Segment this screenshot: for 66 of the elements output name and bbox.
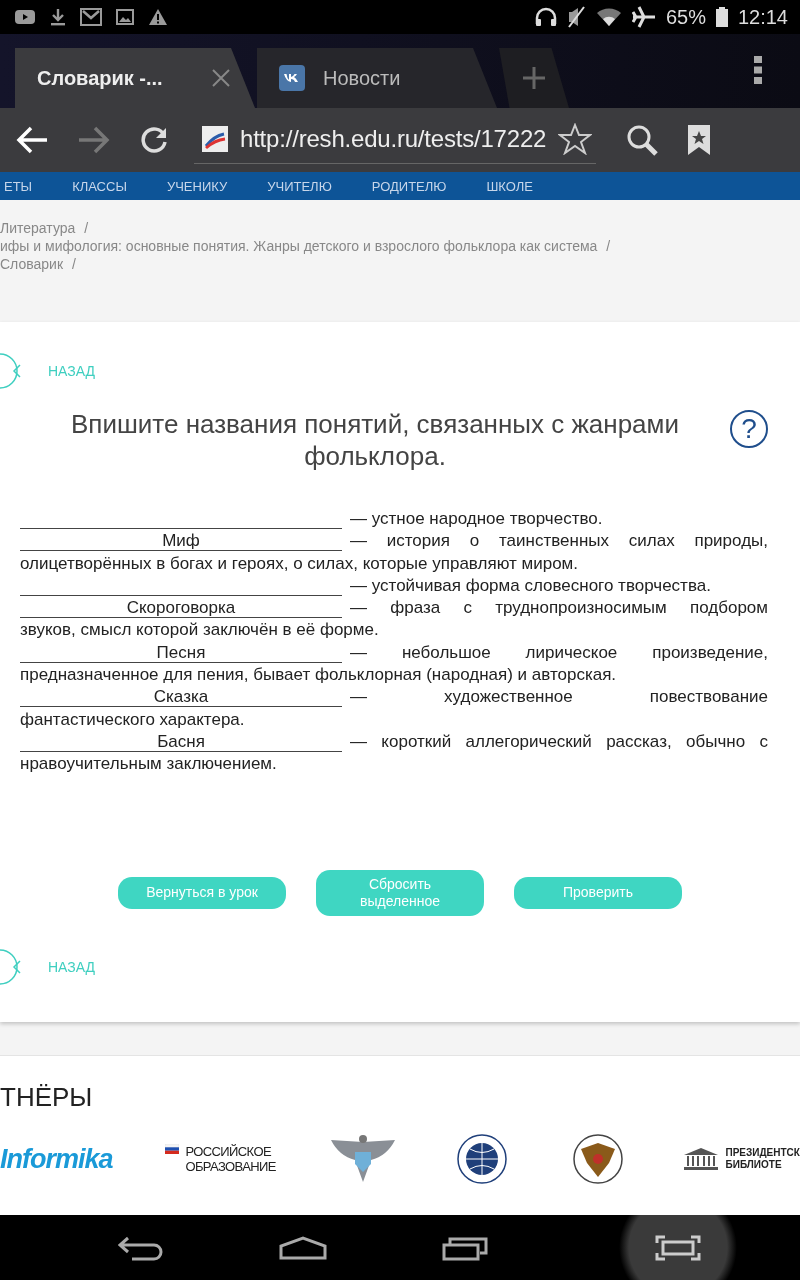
close-icon[interactable] <box>211 68 231 88</box>
definition-text: — устойчивая форма словесного творчества. <box>350 574 711 597</box>
definition-text: фантастического характера. <box>20 708 246 731</box>
partner-logo[interactable]: ПРЕЗИДЕНТСК БИБЛИОТЕ <box>725 1147 800 1171</box>
partners-heading: ТНЁРЫ <box>0 1082 94 1113</box>
nav-link[interactable]: РОДИТЕЛЮ <box>371 178 447 194</box>
battery-percent: 65% <box>665 5 706 29</box>
site-favicon-icon <box>202 125 228 152</box>
task-title: Впишите названия понятий, связанных с жанрами фольклора. <box>70 408 680 472</box>
battery-icon <box>715 7 728 27</box>
definition-text: предназначенное для пения, бывает фольклорная (народная) и авторская. <box>20 664 618 687</box>
muted-icon <box>567 6 586 28</box>
breadcrumb-link[interactable]: Словарик <box>0 256 64 272</box>
breadcrumb-separator: / <box>72 256 76 272</box>
bookmark-icon[interactable] <box>688 125 711 155</box>
plus-icon <box>522 66 546 90</box>
image-icon <box>116 9 134 25</box>
video-icon <box>14 9 36 25</box>
definition-text: — история о таинственных силах природы, <box>350 530 768 553</box>
back-arrow-icon[interactable] <box>16 126 48 154</box>
download-icon <box>50 8 66 26</box>
winged-emblem-icon[interactable] <box>328 1134 397 1184</box>
fill-in-line[interactable]: Сказка <box>20 686 342 708</box>
menu-icon[interactable] <box>754 56 762 84</box>
star-icon[interactable] <box>558 122 593 155</box>
partner-logo[interactable]: РОССИЙСКОЕ ОБРАЗОВАНИЕ <box>185 1144 276 1174</box>
nav-link[interactable]: УЧЕНИКУ <box>166 178 228 194</box>
nav-link[interactable]: ШКОЛЕ <box>486 178 533 194</box>
breadcrumb-link[interactable]: Литература <box>0 220 76 236</box>
nav-link[interactable]: КЛАССЫ <box>72 178 127 194</box>
definition-text: звуков, смысл которой заключён в её форме. <box>20 619 380 642</box>
nav-link[interactable]: ЕТЫ <box>4 178 33 194</box>
breadcrumb-link[interactable]: ифы и мифология: основные понятия. Жанры детского и взрослого фольклора как система <box>0 238 598 254</box>
definition-text: — художественное повествование <box>350 686 768 709</box>
browser-tab[interactable]: Новости <box>257 48 497 108</box>
help-button[interactable]: ? <box>730 410 768 448</box>
fill-in-line[interactable]: Песня <box>20 641 342 663</box>
partner-logo[interactable]: Informika <box>0 1143 113 1175</box>
warning-icon <box>148 8 168 26</box>
definition-text: — фраза с труднопроизносимым подбором <box>350 597 768 620</box>
headphones-icon <box>533 7 558 27</box>
flag-icon <box>165 1144 180 1154</box>
definition-text: олицетворённых в богах и героях, о силах, которые управляют миром. <box>20 552 580 575</box>
forward-arrow-icon[interactable] <box>78 126 110 154</box>
home-icon[interactable] <box>278 1235 327 1260</box>
building-icon <box>681 1147 720 1171</box>
breadcrumb-separator: / <box>84 220 89 236</box>
vk-icon <box>279 65 305 91</box>
search-icon[interactable] <box>626 124 659 156</box>
fill-in-line[interactable]: Басня <box>20 730 342 752</box>
back-icon[interactable] <box>117 1234 164 1261</box>
fill-in-line[interactable]: Миф <box>20 530 342 552</box>
definition-text: — короткий аллегорический рассказ, обычно с <box>350 730 768 753</box>
clock: 12:14 <box>737 5 788 29</box>
airplane-icon <box>631 6 656 28</box>
browser-tab[interactable]: Словарик -... <box>15 48 255 108</box>
definition-text: — небольшое лирическое произведение, <box>350 641 768 664</box>
definition-text: — устное народное творчество. <box>350 508 603 530</box>
screenshot-icon <box>654 1234 701 1261</box>
nav-link[interactable]: УЧИТЕЛЮ <box>267 178 332 194</box>
reload-icon[interactable] <box>140 126 168 154</box>
wifi-icon <box>595 7 622 27</box>
definition-text: нравоучительным заключением. <box>20 753 278 776</box>
mail-icon <box>80 8 102 26</box>
fill-in-line[interactable]: Скороговорка <box>20 597 342 619</box>
breadcrumb-separator: / <box>606 238 611 254</box>
